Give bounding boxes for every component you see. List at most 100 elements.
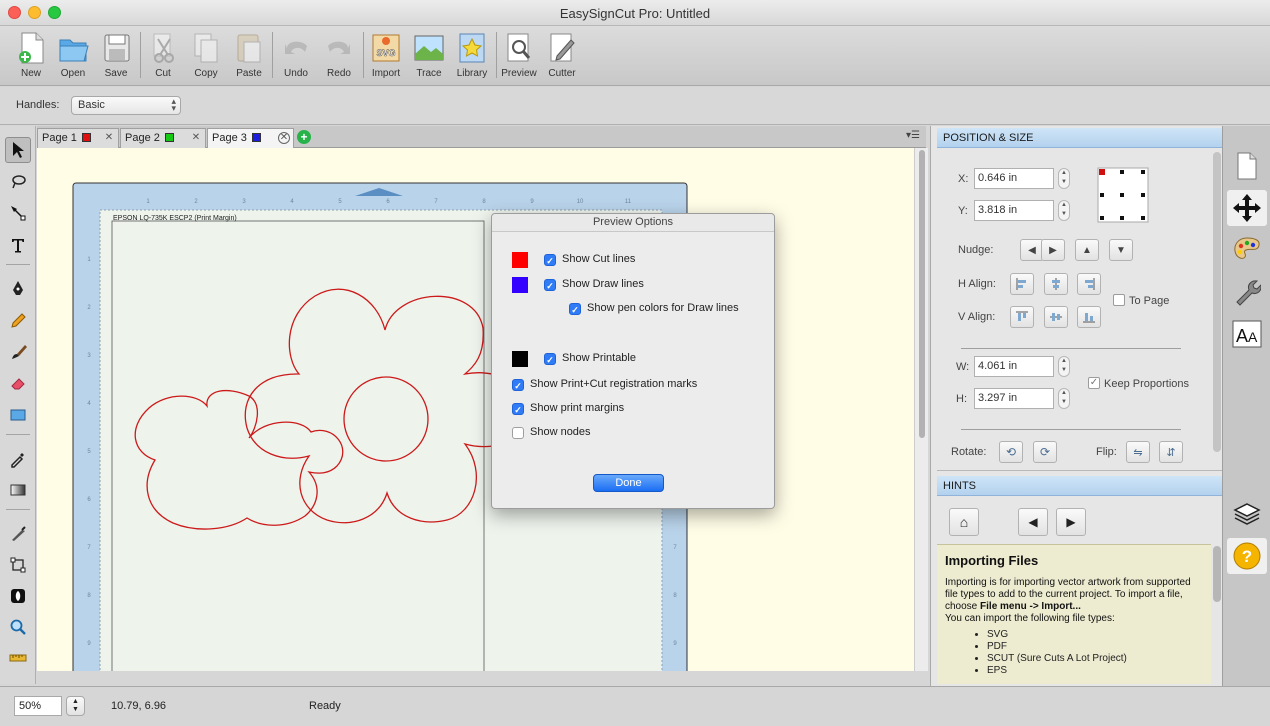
tab-page-2[interactable]: Page 2 ✕ [120, 128, 206, 148]
show-pen-colors-option[interactable]: ✓ Show pen colors for Draw lines [569, 302, 739, 315]
zoom-tool[interactable] [5, 614, 31, 640]
node-edit-tool[interactable] [5, 200, 31, 226]
show-print-margins-checkbox[interactable]: ✓ [512, 403, 524, 415]
show-print-margins-option[interactable]: ✓ Show print margins [512, 402, 624, 415]
y-position-field[interactable]: 3.818 in [974, 200, 1054, 221]
library-button[interactable]: Library [451, 30, 493, 84]
zoom-stepper[interactable]: ▲ ▼ [66, 696, 85, 716]
text-panel-button[interactable]: AA [1227, 316, 1267, 352]
hints-panel-button[interactable]: ? [1227, 538, 1267, 574]
tools-panel-button[interactable] [1227, 274, 1267, 310]
hints-scrollbar-thumb[interactable] [1213, 546, 1221, 602]
rotate-left-button[interactable]: ⟲ [999, 441, 1023, 463]
cut-button[interactable]: Cut [142, 30, 184, 84]
close-tab-icon[interactable]: ✕ [103, 132, 115, 144]
show-nodes-option[interactable]: ✓ Show nodes [512, 426, 591, 439]
shape-tool[interactable] [5, 402, 31, 428]
hints-back-button[interactable]: ◀ [1018, 508, 1048, 536]
align-center-button[interactable] [1044, 273, 1068, 295]
close-tab-icon[interactable]: ✕ [190, 132, 202, 144]
align-top-button[interactable] [1010, 306, 1034, 328]
done-button[interactable]: Done [593, 474, 664, 492]
pencil-tool[interactable] [5, 308, 31, 334]
undo-button[interactable]: Undo [275, 30, 317, 84]
lasso-tool[interactable] [5, 169, 31, 195]
eyedropper-icon [11, 453, 24, 468]
select-tool[interactable] [5, 137, 31, 163]
layers-panel-button[interactable] [1227, 496, 1267, 532]
scrollbar-thumb[interactable] [919, 150, 925, 438]
canvas-vertical-scrollbar[interactable] [914, 148, 928, 671]
gradient-tool[interactable] [5, 477, 31, 503]
position-size-header[interactable]: POSITION & SIZE [937, 128, 1223, 148]
hints-forward-button[interactable]: ▶ [1056, 508, 1086, 536]
show-printable-checkbox[interactable]: ✓ [544, 353, 556, 365]
contour-tool[interactable] [5, 583, 31, 609]
align-left-button[interactable] [1010, 273, 1034, 295]
paste-button[interactable]: Paste [228, 30, 270, 84]
show-nodes-checkbox[interactable]: ✓ [512, 427, 524, 439]
option-label: Show nodes [530, 426, 591, 438]
import-button[interactable]: SVG Import [365, 30, 407, 84]
flip-vertical-button[interactable]: ⇵ [1159, 441, 1183, 463]
show-pen-colors-checkbox[interactable]: ✓ [569, 303, 581, 315]
anchor-point-selector[interactable] [1097, 167, 1149, 223]
height-stepper[interactable]: ▲ ▼ [1058, 388, 1070, 409]
close-tab-icon[interactable]: ✕ [278, 132, 290, 144]
show-cut-lines-checkbox[interactable]: ✓ [544, 254, 556, 266]
show-draw-lines-option[interactable]: ✓ Show Draw lines [544, 278, 644, 291]
keep-proportions-checkbox[interactable]: ✓ [1088, 377, 1100, 389]
new-button[interactable]: New [10, 30, 52, 84]
to-page-checkbox[interactable] [1113, 294, 1125, 306]
brush-tool[interactable] [5, 339, 31, 365]
position-panel-button[interactable] [1227, 190, 1267, 226]
nudge-down-button[interactable]: ▼ [1109, 239, 1133, 261]
tab-page-3[interactable]: Page 3 ✕ [207, 128, 294, 148]
nudge-right-button[interactable]: ▶ [1041, 239, 1065, 261]
ruler-tool[interactable] [5, 645, 31, 671]
copy-button[interactable]: Copy [185, 30, 227, 84]
color-panel-button[interactable] [1227, 232, 1267, 268]
height-field[interactable]: 3.297 in [974, 388, 1054, 409]
panel-splitter[interactable] [937, 470, 1223, 471]
save-button[interactable]: Save [95, 30, 137, 84]
align-right-button[interactable] [1077, 273, 1101, 295]
handles-select[interactable]: Basic ▴ ▾ [71, 96, 181, 115]
align-middle-button[interactable] [1044, 306, 1068, 328]
preview-button[interactable]: Preview [498, 30, 540, 84]
trace-button[interactable]: Trace [408, 30, 450, 84]
add-page-icon[interactable]: + [297, 130, 311, 144]
hints-home-button[interactable]: ⌂ [949, 508, 979, 536]
show-registration-marks-option[interactable]: ✓ Show Print+Cut registration marks [512, 378, 697, 391]
width-field[interactable]: 4.061 in [974, 356, 1054, 377]
open-button[interactable]: Open [52, 30, 94, 84]
panel-scrollbar-thumb[interactable] [1213, 152, 1221, 452]
tab-page-1[interactable]: Page 1 ✕ [37, 128, 119, 148]
x-stepper[interactable]: ▲ ▼ [1058, 168, 1070, 189]
x-position-field[interactable]: 0.646 in [974, 168, 1054, 189]
width-stepper[interactable]: ▲ ▼ [1058, 356, 1070, 377]
arrow-left-icon: ◀ [1028, 515, 1038, 529]
show-printable-option[interactable]: ✓ Show Printable [544, 352, 636, 365]
hints-header[interactable]: HINTS [937, 476, 1223, 496]
text-tool[interactable] [5, 232, 31, 258]
zoom-level-field[interactable]: 50% [14, 696, 62, 716]
show-draw-lines-checkbox[interactable]: ✓ [544, 279, 556, 291]
design-canvas[interactable]: 1 2 3 4 5 6 7 8 9 10 11 1 2 3 4 5 6 7 8 … [37, 148, 914, 671]
rotate-right-button[interactable]: ⟳ [1033, 441, 1057, 463]
show-cut-lines-option[interactable]: ✓ Show Cut lines [544, 253, 635, 266]
tab-menu-icon[interactable]: ▾☰ [906, 130, 920, 141]
eraser-tool[interactable] [5, 370, 31, 396]
page-panel-button[interactable] [1227, 148, 1267, 184]
flip-horizontal-button[interactable]: ⇋ [1126, 441, 1150, 463]
nudge-up-button[interactable]: ▲ [1075, 239, 1099, 261]
y-stepper[interactable]: ▲ ▼ [1058, 200, 1070, 221]
knife-tool[interactable] [5, 521, 31, 547]
eyedropper-tool[interactable] [5, 446, 31, 472]
pen-tool[interactable] [5, 276, 31, 302]
transform-tool[interactable] [5, 552, 31, 578]
align-bottom-button[interactable] [1077, 306, 1101, 328]
show-registration-marks-checkbox[interactable]: ✓ [512, 379, 524, 391]
redo-button[interactable]: Redo [318, 30, 360, 84]
cutter-button[interactable]: Cutter [541, 30, 583, 84]
